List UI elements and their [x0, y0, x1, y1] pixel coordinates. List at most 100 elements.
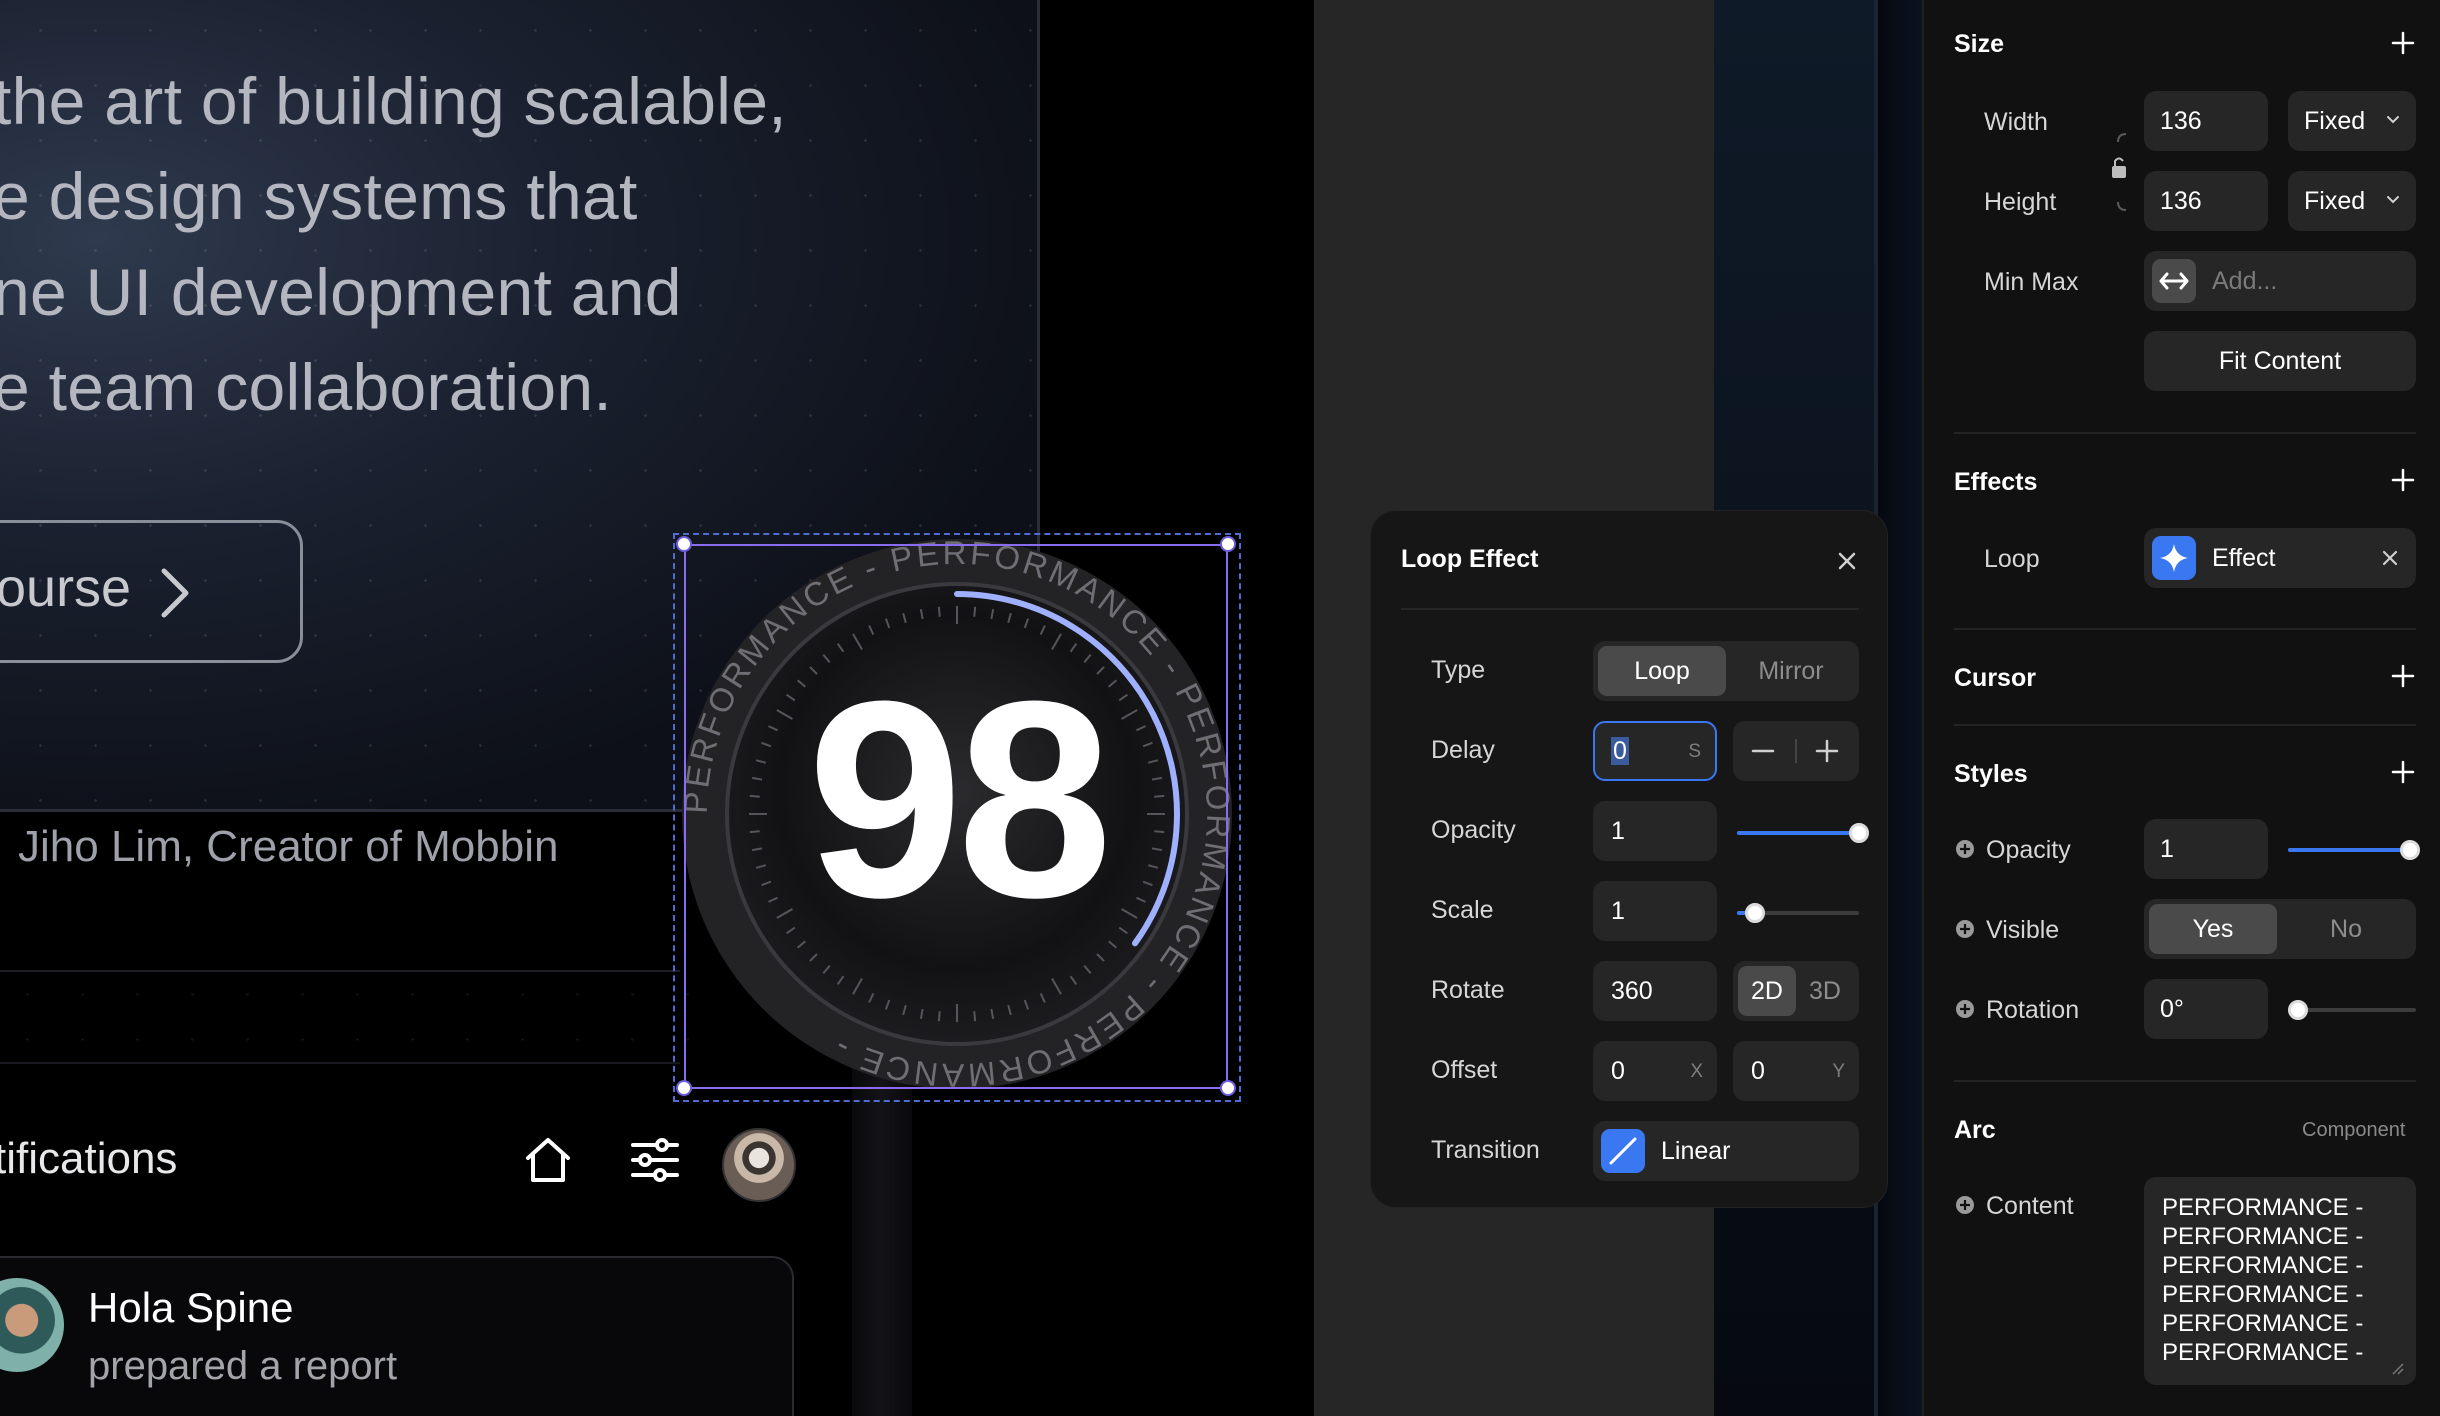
visible-option-yes[interactable]: Yes — [2149, 904, 2277, 954]
remove-icon[interactable] — [2382, 550, 2398, 566]
scale-slider-knob[interactable] — [1745, 903, 1766, 923]
resize-horizontal-icon — [2152, 259, 2196, 303]
course-button[interactable]: ourse — [0, 520, 303, 663]
opacity-label: Opacity — [1431, 816, 1516, 844]
transition-select[interactable]: Linear — [1593, 1121, 1859, 1181]
opacity-label: Opacity — [1986, 836, 2071, 864]
width-input[interactable]: 136 — [2144, 91, 2268, 151]
type-label: Type — [1431, 656, 1486, 684]
opacity-slider-knob[interactable] — [1849, 823, 1869, 843]
rotate-input[interactable]: 360 — [1593, 961, 1717, 1021]
plus-icon[interactable] — [2390, 759, 2416, 785]
plus-icon[interactable] — [1815, 739, 1839, 763]
opacity-slider-fill — [2288, 848, 2410, 852]
offset-x-unit: X — [1690, 1061, 1703, 1082]
linear-curve-icon — [1601, 1129, 1645, 1173]
minmax-input[interactable]: Add... — [2144, 251, 2416, 311]
visible-segmented-control: Yes No — [2144, 899, 2416, 959]
add-variable-icon[interactable] — [1956, 920, 1974, 938]
attribution: Jiho Lim, Creator of Mobbin — [18, 822, 559, 871]
fit-content-button[interactable]: Fit Content — [2144, 331, 2416, 391]
transition-value: Linear — [1661, 1137, 1731, 1165]
rotation-input[interactable]: 0° — [2144, 979, 2268, 1039]
background-strip — [852, 1060, 912, 1416]
sliders-icon[interactable] — [630, 1138, 680, 1182]
divider — [1954, 1080, 2416, 1082]
close-icon[interactable] — [1837, 551, 1857, 571]
offset-y-value: 0 — [1751, 1057, 1765, 1085]
add-variable-icon[interactable] — [1956, 840, 1974, 858]
quote-line: the art of building scalable, — [0, 64, 787, 138]
aspect-lock-icon[interactable] — [2108, 130, 2134, 214]
canvas: the art of building scalable, e design s… — [0, 0, 2440, 1416]
minmax-placeholder: Add... — [2212, 267, 2278, 295]
resize-handle[interactable] — [1220, 1080, 1236, 1096]
opacity-slider-knob[interactable] — [2400, 840, 2420, 860]
scale-label: Scale — [1431, 896, 1494, 924]
effect-chip[interactable]: Effect — [2144, 528, 2416, 588]
offset-y-input[interactable]: 0 Y — [1733, 1041, 1859, 1101]
chevron-down-icon — [2387, 116, 2399, 124]
delay-value: 0 — [1611, 737, 1629, 765]
scale-input[interactable]: 1 — [1593, 881, 1717, 941]
type-option-mirror[interactable]: Mirror — [1728, 646, 1854, 696]
chevron-right-icon — [161, 568, 189, 618]
content-line: PERFORMANCE - — [2162, 1194, 2364, 1221]
divider — [0, 1062, 680, 1064]
resize-handle[interactable] — [676, 1080, 692, 1096]
notification-name: Hola Spine — [88, 1284, 294, 1331]
quote-line: e team collaboration. — [0, 350, 612, 424]
offset-x-input[interactable]: 0 X — [1593, 1041, 1717, 1101]
opacity-input[interactable]: 1 — [2144, 819, 2268, 879]
content-textarea[interactable]: PERFORMANCE - PERFORMANCE - PERFORMANCE … — [2144, 1177, 2416, 1385]
opacity-slider-fill — [1737, 831, 1859, 835]
effect-value: Effect — [2212, 544, 2276, 572]
height-input[interactable]: 136 — [2144, 171, 2268, 231]
type-option-loop[interactable]: Loop — [1598, 646, 1726, 696]
avatar[interactable] — [722, 1128, 796, 1202]
height-mode-value: Fixed — [2304, 187, 2366, 215]
width-mode-value: Fixed — [2304, 107, 2366, 135]
add-variable-icon[interactable] — [1956, 1196, 1974, 1214]
opacity-input[interactable]: 1 — [1593, 801, 1717, 861]
plus-icon[interactable] — [2390, 663, 2416, 689]
delay-input[interactable]: 0 S — [1593, 721, 1717, 781]
divider — [1954, 628, 2416, 630]
resize-handle[interactable] — [1220, 536, 1236, 552]
delay-unit: S — [1688, 741, 1701, 762]
plus-icon[interactable] — [2390, 30, 2416, 56]
minus-icon[interactable] — [1751, 743, 1775, 759]
visible-option-no[interactable]: No — [2281, 904, 2411, 954]
divider — [1954, 432, 2416, 434]
sparkle-icon — [2152, 536, 2196, 580]
resize-handle[interactable] — [676, 536, 692, 552]
rotate-mode-control: 2D 3D — [1733, 961, 1859, 1021]
rotate-option-3d[interactable]: 3D — [1796, 966, 1854, 1016]
delay-label: Delay — [1431, 736, 1495, 764]
height-mode-select[interactable]: Fixed — [2288, 171, 2416, 231]
rotate-option-2d[interactable]: 2D — [1738, 966, 1796, 1016]
content-line: PERFORMANCE - — [2162, 1223, 2364, 1250]
dot-grid-background — [0, 972, 690, 1062]
resize-grip-icon[interactable] — [2390, 1361, 2404, 1375]
offset-label: Offset — [1431, 1056, 1498, 1084]
size-section-title: Size — [1954, 30, 2005, 58]
width-mode-select[interactable]: Fixed — [2288, 91, 2416, 151]
height-label: Height — [1984, 188, 2057, 216]
rotate-label: Rotate — [1431, 976, 1505, 1004]
component-tag: Component — [2302, 1119, 2406, 1141]
plus-icon[interactable] — [2390, 467, 2416, 493]
offset-y-unit: Y — [1832, 1061, 1845, 1082]
divider — [1795, 739, 1797, 763]
offset-x-value: 0 — [1611, 1057, 1625, 1085]
home-icon[interactable] — [523, 1135, 573, 1185]
delay-stepper — [1733, 721, 1859, 781]
styles-section-title: Styles — [1954, 760, 2028, 788]
add-variable-icon[interactable] — [1956, 1000, 1974, 1018]
quote-line: e design systems that — [0, 159, 638, 233]
rotation-label: Rotation — [1986, 996, 2080, 1024]
selection-box[interactable] — [684, 544, 1228, 1089]
content-label: Content — [1986, 1192, 2074, 1220]
rotation-slider-knob[interactable] — [2288, 1000, 2308, 1020]
notification-card[interactable] — [0, 1256, 794, 1416]
